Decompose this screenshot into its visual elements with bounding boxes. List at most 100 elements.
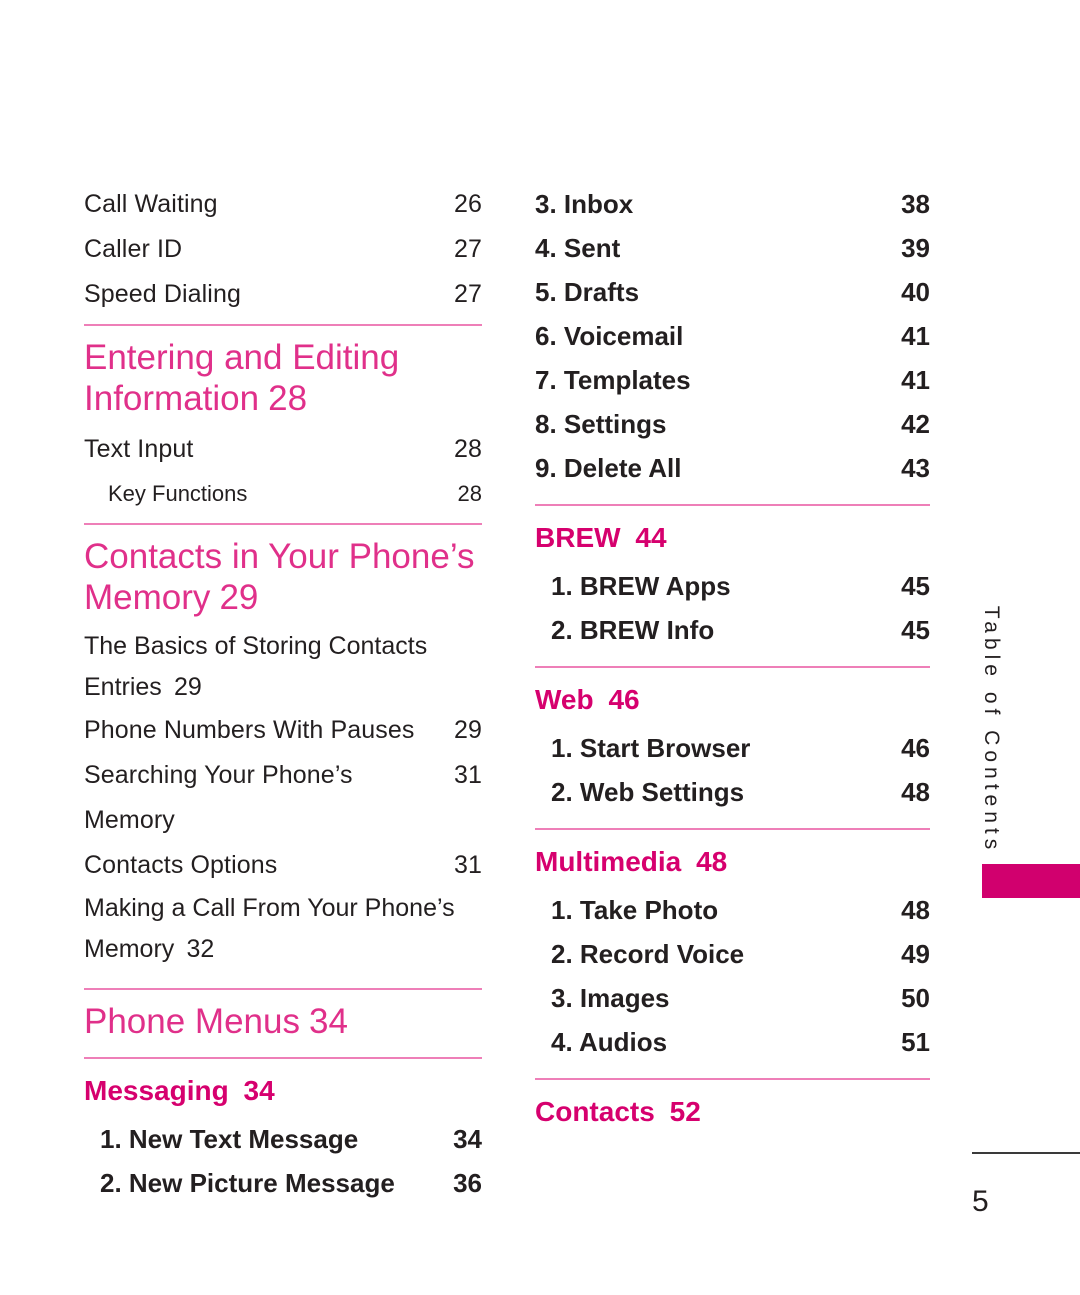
toc-entry-label-line2: Entries <box>84 673 162 701</box>
section-divider <box>84 988 482 990</box>
toc-menu-item-page: 39 <box>901 233 930 263</box>
toc-entry-phone-numbers-with-pauses[interactable]: Phone Numbers With Pauses 29 <box>84 708 482 753</box>
toc-subchapter-multimedia[interactable]: Multimedia 48 <box>535 832 930 888</box>
toc-menu-item-templates[interactable]: 7. Templates 41 <box>535 358 930 402</box>
toc-menu-item-inbox[interactable]: 3. Inbox 38 <box>535 182 930 226</box>
page-number: 5 <box>972 1185 989 1218</box>
toc-menu-item-page: 46 <box>901 733 930 763</box>
toc-menu-item-page: 45 <box>901 615 930 645</box>
toc-entry-text-input[interactable]: Text Input 28 <box>84 427 482 472</box>
toc-menu-item-label: 3. Inbox <box>535 189 634 219</box>
toc-menu-item-label: 4. Sent <box>535 233 621 263</box>
toc-entry-label: Call Waiting <box>84 190 218 218</box>
toc-subentry-label: Key Functions <box>108 481 248 506</box>
toc-entry-label-line1: Making a Call From Your Phone’s <box>84 894 455 922</box>
toc-menu-item-label: 1. Take Photo <box>551 895 719 925</box>
toc-menu-item-take-photo[interactable]: 1. Take Photo 48 <box>551 888 930 932</box>
toc-entry-label-line2: Memory <box>84 935 175 963</box>
section-divider <box>84 324 482 326</box>
toc-subchapter-brew[interactable]: BREW 44 <box>535 508 930 564</box>
toc-entry-label: Searching Your Phone’s Memory <box>84 761 353 834</box>
footer-divider <box>972 1152 1080 1154</box>
toc-menu-item-page: 48 <box>901 895 930 925</box>
toc-entry-page: 31 <box>453 761 482 789</box>
subchapter-page: 46 <box>608 684 640 715</box>
subchapter-title: Contacts <box>535 1096 655 1127</box>
toc-entry-contacts-options[interactable]: Contacts Options 31 <box>84 843 482 888</box>
chapter-title-line1: Contacts in Your Phone’s <box>84 537 475 576</box>
toc-menu-item-label: 9. Delete All <box>535 453 682 483</box>
toc-menu-item-brew-info[interactable]: 2. BREW Info 45 <box>551 608 930 652</box>
subchapter-page: 52 <box>669 1096 701 1127</box>
toc-menu-item-page: 51 <box>901 1027 930 1057</box>
toc-menu-item-page: 41 <box>901 365 930 395</box>
side-tab: Table of Contents <box>968 600 1014 860</box>
subchapter-title: BREW <box>535 522 621 553</box>
chapter-title-line1: Entering and Editing <box>84 338 400 377</box>
toc-menu-item-label: 2. Record Voice <box>551 939 745 969</box>
section-divider <box>535 828 930 830</box>
toc-entry[interactable]: Caller ID 27 <box>84 227 482 272</box>
toc-menu-item-label: 1. Start Browser <box>551 733 751 763</box>
toc-subentry-key-functions[interactable]: Key Functions 28 <box>108 472 482 516</box>
toc-entry[interactable]: Speed Dialing 27 <box>84 272 482 317</box>
toc-menu-item-web-settings[interactable]: 2. Web Settings 48 <box>551 770 930 814</box>
toc-menu-item-new-text-message[interactable]: 1. New Text Message 34 <box>100 1117 482 1161</box>
toc-menu-item-page: 38 <box>901 189 930 219</box>
side-tab-color-block <box>982 864 1080 898</box>
toc-menu-item-label: 2. BREW Info <box>551 615 715 645</box>
toc-menu-item-page: 43 <box>901 453 930 483</box>
toc-entry-page: 27 <box>453 235 482 263</box>
toc-entry-searching-your-phones-memory[interactable]: Searching Your Phone’s Memory 31 <box>84 753 482 843</box>
toc-menu-item-label: 5. Drafts <box>535 277 640 307</box>
toc-entry-page: 28 <box>453 435 482 463</box>
toc-subchapter-web[interactable]: Web 46 <box>535 670 930 726</box>
toc-menu-item-page: 40 <box>901 277 930 307</box>
toc-menu-item-label: 2. Web Settings <box>551 777 745 807</box>
section-divider <box>535 1078 930 1080</box>
toc-menu-item-label: 3. Images <box>551 983 670 1013</box>
chapter-page: 34 <box>309 1002 348 1041</box>
toc-menu-item-start-browser[interactable]: 1. Start Browser 46 <box>551 726 930 770</box>
section-divider <box>535 504 930 506</box>
toc-menu-item-label: 6. Voicemail <box>535 321 684 351</box>
toc-entry-making-a-call-from-your-phones-memory[interactable]: Making a Call From Your Phone’s Memory 3… <box>84 888 482 970</box>
toc-entry-basics-of-storing-contacts-entries[interactable]: The Basics of Storing Contacts Entries 2… <box>84 626 482 708</box>
chapter-title-line2: Information <box>84 379 260 418</box>
toc-entry-page: 29 <box>453 716 482 744</box>
toc-menu-item-label: 7. Templates <box>535 365 691 395</box>
toc-menu-item-page: 48 <box>901 777 930 807</box>
toc-entry-label-line1: The Basics of Storing Contacts <box>84 632 428 660</box>
toc-chapter-phone-menus[interactable]: Phone Menus 34 <box>84 992 482 1050</box>
toc-menu-item-new-picture-message[interactable]: 2. New Picture Message 36 <box>100 1161 482 1205</box>
toc-entry-label: Contacts Options <box>84 851 278 879</box>
toc-menu-item-label: 2. New Picture Message <box>100 1168 395 1198</box>
toc-menu-item-page: 34 <box>453 1124 482 1154</box>
subchapter-page: 48 <box>696 846 728 877</box>
toc-menu-item-page: 49 <box>901 939 930 969</box>
toc-menu-item-page: 41 <box>901 321 930 351</box>
toc-menu-item-drafts[interactable]: 5. Drafts 40 <box>535 270 930 314</box>
toc-entry-label: Text Input <box>84 435 194 463</box>
toc-menu-item-label: 1. New Text Message <box>100 1124 359 1154</box>
toc-menu-item-images[interactable]: 3. Images 50 <box>551 976 930 1020</box>
toc-subchapter-contacts[interactable]: Contacts 52 <box>535 1082 930 1138</box>
toc-left-column: Call Waiting 26 Caller ID 27 Speed Diali… <box>84 182 482 1205</box>
section-divider <box>535 666 930 668</box>
toc-menu-item-delete-all[interactable]: 9. Delete All 43 <box>535 446 930 490</box>
subchapter-title: Multimedia <box>535 846 682 877</box>
subchapter-page: 34 <box>243 1075 275 1106</box>
toc-menu-item-brew-apps[interactable]: 1. BREW Apps 45 <box>551 564 930 608</box>
toc-menu-item-page: 42 <box>901 409 930 439</box>
toc-menu-item-audios[interactable]: 4. Audios 51 <box>551 1020 930 1064</box>
toc-chapter-entering-and-editing-information[interactable]: Entering and Editing Information 28 <box>84 328 482 427</box>
toc-menu-item-record-voice[interactable]: 2. Record Voice 49 <box>551 932 930 976</box>
toc-menu-item-sent[interactable]: 4. Sent 39 <box>535 226 930 270</box>
toc-subchapter-messaging[interactable]: Messaging 34 <box>84 1061 482 1117</box>
toc-subentry-page: 28 <box>457 481 482 506</box>
toc-chapter-contacts-in-your-phones-memory[interactable]: Contacts in Your Phone’s Memory 29 <box>84 527 482 626</box>
toc-entry[interactable]: Call Waiting 26 <box>84 182 482 227</box>
toc-menu-item-settings[interactable]: 8. Settings 42 <box>535 402 930 446</box>
toc-menu-item-voicemail[interactable]: 6. Voicemail 41 <box>535 314 930 358</box>
toc-entry-page: 31 <box>453 851 482 879</box>
